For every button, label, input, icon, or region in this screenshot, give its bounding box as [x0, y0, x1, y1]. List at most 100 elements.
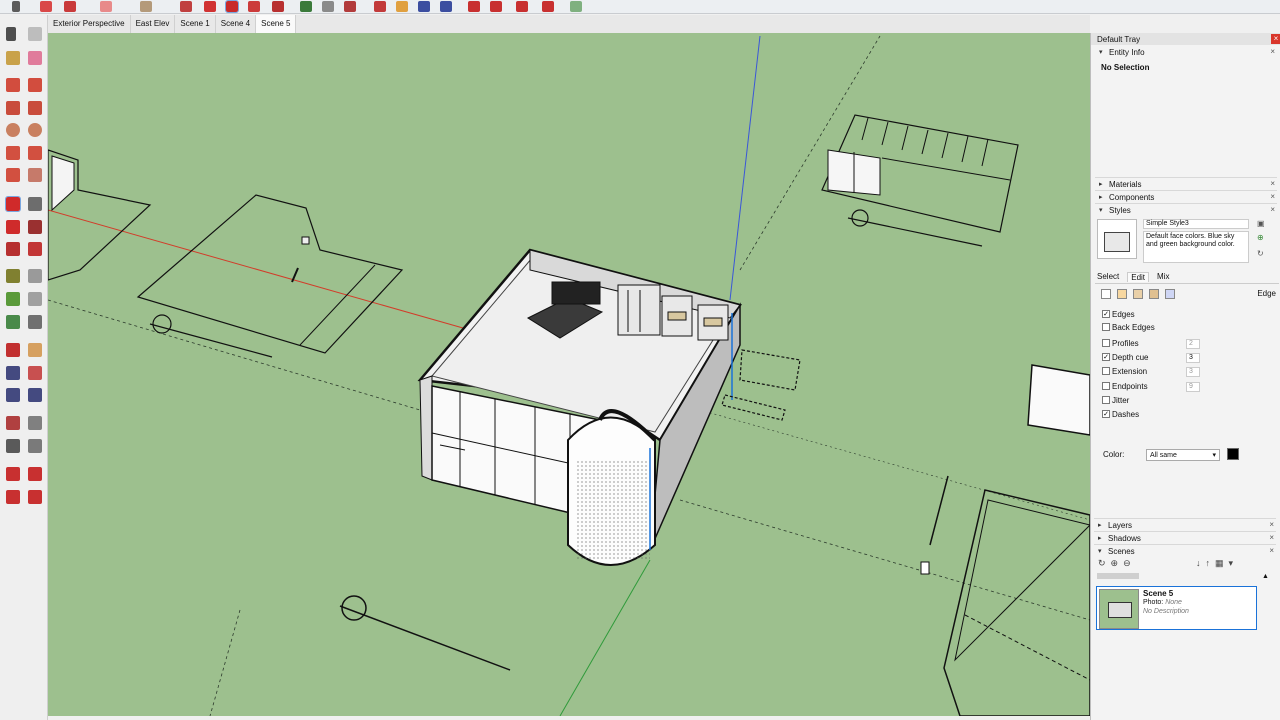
circle-icon[interactable]: [140, 1, 152, 12]
extension-warehouse-icon[interactable]: [6, 490, 20, 504]
arc-icon[interactable]: [6, 146, 20, 160]
endpoints-checkbox[interactable]: [1102, 382, 1110, 390]
scroll-up-icon[interactable]: ▲: [1262, 573, 1269, 580]
3d-text-icon[interactable]: [28, 315, 42, 329]
rectangle-icon[interactable]: [6, 101, 20, 115]
edge-color-swatch[interactable]: [1227, 448, 1239, 460]
two-point-arc-icon[interactable]: [28, 146, 42, 160]
orbit-icon[interactable]: [6, 343, 20, 357]
axes-icon[interactable]: [6, 315, 20, 329]
profiles-width-field[interactable]: 2: [1186, 339, 1200, 349]
refresh-icon[interactable]: ↻: [1257, 249, 1264, 258]
tape-measure-icon[interactable]: [6, 269, 20, 283]
close-icon[interactable]: ×: [1270, 192, 1275, 201]
endpoints-length-field[interactable]: 9: [1186, 382, 1200, 392]
close-icon[interactable]: ×: [1270, 205, 1275, 214]
profiles-checkbox[interactable]: [1102, 339, 1110, 347]
close-icon[interactable]: ×: [1269, 546, 1274, 555]
move-icon[interactable]: [5, 196, 21, 212]
offset-icon[interactable]: [28, 242, 42, 256]
pencil-icon[interactable]: [64, 1, 76, 12]
follow-me-icon[interactable]: [28, 220, 42, 234]
paint-bucket-icon[interactable]: [6, 51, 20, 65]
scene-tab[interactable]: East Elev: [131, 15, 176, 33]
eraser-icon[interactable]: [40, 1, 52, 12]
look-around-icon[interactable]: [28, 416, 42, 430]
walk-icon[interactable]: [468, 1, 480, 12]
scene-tab[interactable]: Scene 1: [175, 15, 216, 33]
tab-select[interactable]: Select: [1097, 272, 1119, 282]
jitter-checkbox[interactable]: [1102, 396, 1110, 404]
previous-view-icon[interactable]: [28, 388, 42, 402]
background-settings-icon[interactable]: [1133, 289, 1143, 299]
move-icon[interactable]: [225, 0, 239, 13]
position-camera-icon[interactable]: [490, 1, 502, 12]
push-pull-icon[interactable]: [28, 197, 42, 211]
extension-checkbox[interactable]: [1102, 367, 1110, 375]
warehouse-icon[interactable]: [6, 467, 20, 481]
components-header[interactable]: ▸ Components ×: [1095, 190, 1277, 202]
scene-tab[interactable]: Scene 4: [216, 15, 257, 33]
move-scene-down-icon[interactable]: ↓: [1196, 558, 1201, 569]
back-edges-checkbox[interactable]: [1102, 323, 1110, 331]
orbit-icon[interactable]: [344, 1, 356, 12]
three-point-arc-icon[interactable]: [6, 168, 20, 182]
zoom-extents-icon[interactable]: [6, 388, 20, 402]
follow-me-icon[interactable]: [204, 1, 216, 12]
share-model-icon[interactable]: [28, 467, 42, 481]
tape-measure-icon[interactable]: [300, 1, 312, 12]
select-icon[interactable]: [6, 27, 16, 41]
rotate-icon[interactable]: [248, 1, 260, 12]
add-scene-icon[interactable]: ⊕: [1111, 558, 1119, 569]
line-icon[interactable]: [6, 78, 20, 92]
move-scene-up-icon[interactable]: ↑: [1206, 558, 1211, 569]
protractor-icon[interactable]: [6, 292, 20, 306]
rotated-rectangle-icon[interactable]: [28, 101, 42, 115]
select-icon[interactable]: [12, 1, 20, 12]
section-plane-icon[interactable]: [542, 1, 554, 12]
model-viewport[interactable]: [48, 33, 1090, 716]
circle-icon[interactable]: [6, 123, 20, 137]
scene-tab-active[interactable]: Scene 5: [256, 15, 297, 33]
edge-settings-icon[interactable]: [1101, 289, 1111, 299]
update-style-icon[interactable]: ▣: [1257, 219, 1265, 228]
zoom-window-icon[interactable]: [28, 366, 42, 380]
zoom-window-icon[interactable]: [418, 1, 430, 12]
edge-color-dropdown[interactable]: All same ▾: [1146, 449, 1220, 461]
edges-checkbox[interactable]: ✓: [1102, 310, 1110, 318]
shadows-header[interactable]: ▸ Shadows ×: [1094, 531, 1276, 543]
walk-icon[interactable]: [6, 439, 20, 453]
geo-location-icon[interactable]: [570, 1, 582, 12]
view-options-icon[interactable]: ▦: [1215, 558, 1224, 569]
watermark-settings-icon[interactable]: [1149, 289, 1159, 299]
scenes-scrollbar-track[interactable]: [1097, 573, 1139, 579]
scale-icon[interactable]: [6, 242, 20, 256]
close-icon[interactable]: ×: [1269, 520, 1274, 529]
zoom-icon[interactable]: [6, 366, 20, 380]
close-icon[interactable]: ×: [1269, 533, 1274, 542]
styles-header[interactable]: ▾ Styles ×: [1095, 203, 1277, 215]
depth-cue-width-field[interactable]: 3: [1186, 353, 1200, 363]
zoom-extents-icon[interactable]: [440, 1, 452, 12]
close-icon[interactable]: ×: [1270, 179, 1275, 188]
scale-icon[interactable]: [272, 1, 284, 12]
update-scene-icon[interactable]: ↻: [1098, 558, 1106, 569]
dashes-checkbox[interactable]: ✓: [1102, 410, 1110, 418]
scenes-header[interactable]: ▾ Scenes ×: [1094, 544, 1276, 556]
close-icon[interactable]: ×: [1270, 47, 1275, 56]
text-icon[interactable]: [28, 292, 42, 306]
depth-cue-checkbox[interactable]: ✓: [1102, 353, 1110, 361]
freehand-icon[interactable]: [28, 78, 42, 92]
scene-tab[interactable]: Exterior Perspective: [48, 15, 131, 33]
tab-edit[interactable]: Edit: [1127, 272, 1150, 282]
materials-header[interactable]: ▸ Materials ×: [1095, 177, 1277, 189]
face-settings-icon[interactable]: [1117, 289, 1127, 299]
show-details-icon[interactable]: ▾: [1229, 558, 1234, 569]
remove-scene-icon[interactable]: ⊖: [1123, 558, 1131, 569]
dimension-icon[interactable]: [28, 269, 42, 283]
polygon-icon[interactable]: [28, 123, 42, 137]
pan-icon[interactable]: [374, 1, 386, 12]
look-around-icon[interactable]: [516, 1, 528, 12]
zoom-icon[interactable]: [396, 1, 408, 12]
extension-length-field[interactable]: 3: [1186, 367, 1200, 377]
